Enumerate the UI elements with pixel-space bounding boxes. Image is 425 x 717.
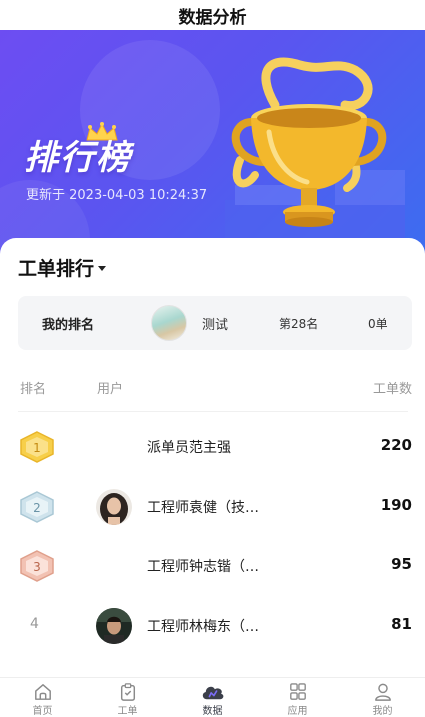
- grid-apps-icon: [289, 683, 306, 700]
- tab-apps-label: 应用: [287, 706, 308, 717]
- row-score: 220: [380, 436, 412, 454]
- tab-workorder-label: 工单: [117, 706, 138, 717]
- my-rank-position: 第28名: [279, 316, 319, 331]
- avatar: [96, 608, 132, 644]
- bronze-medal-icon: 3: [20, 550, 54, 582]
- tab-workorder[interactable]: 工单: [85, 678, 170, 717]
- svg-text:1: 1: [33, 441, 41, 455]
- table-row[interactable]: 4 工程师林梅东（… 81: [0, 598, 425, 654]
- ranking-type-label: 工单排行: [18, 258, 95, 280]
- tab-data[interactable]: 数据: [170, 678, 255, 717]
- divider: [18, 411, 408, 412]
- ranking-panel: 工单排行 我的排名 测试 第28名 0单 排名 用户 工单数 1 派单员范主强 …: [0, 238, 425, 678]
- table-row[interactable]: 1 派单员范主强 220: [0, 419, 425, 475]
- table-row[interactable]: 3 工程师钟志锴（… 95: [0, 538, 425, 594]
- clipboard-icon: [120, 683, 135, 701]
- row-name: 工程师袁健（技…: [147, 500, 259, 516]
- my-rank-name: 测试: [202, 317, 229, 333]
- trophy-icon: [225, 57, 405, 255]
- my-rank-card: 我的排名 测试 第28名 0单: [18, 296, 412, 350]
- user-icon: [374, 683, 391, 701]
- column-header-user: 用户: [97, 382, 124, 397]
- row-score: 81: [391, 615, 412, 633]
- page-title: 数据分析: [178, 7, 247, 28]
- leaderboard-banner: 排行榜 更新于 2023-04-03 10:24:37: [0, 30, 425, 255]
- cloud-data-icon: [202, 686, 223, 700]
- svg-text:3: 3: [33, 560, 41, 574]
- header-bar: 数据分析: [0, 0, 425, 30]
- my-rank-count: 0单: [368, 316, 388, 331]
- row-rank: 4: [30, 616, 39, 632]
- updated-time: 更新于 2023-04-03 10:24:37: [26, 188, 208, 203]
- row-name: 工程师钟志锴（…: [147, 559, 259, 575]
- tab-profile[interactable]: 我的: [340, 678, 425, 717]
- caret-down-icon: [98, 266, 107, 271]
- tab-apps[interactable]: 应用: [255, 678, 340, 717]
- bottom-tab-bar: 首页 工单 数据 应用 我的: [0, 677, 425, 717]
- gold-medal-icon: 1: [20, 431, 54, 463]
- column-header-count: 工单数: [372, 382, 412, 397]
- avatar: [96, 489, 132, 525]
- column-header-rank: 排名: [20, 382, 47, 397]
- tab-data-label: 数据: [202, 706, 223, 717]
- avatar: [151, 305, 187, 341]
- tab-profile-label: 我的: [372, 706, 393, 717]
- table-row[interactable]: 2 工程师袁健（技… 190: [0, 479, 425, 535]
- row-name: 派单员范主强: [147, 440, 231, 456]
- silver-medal-icon: 2: [20, 491, 54, 523]
- home-icon: [34, 684, 51, 700]
- my-rank-label: 我的排名: [42, 317, 95, 333]
- tab-home-label: 首页: [32, 706, 53, 717]
- row-score: 190: [380, 496, 412, 514]
- banner-title: 排行榜: [24, 138, 132, 178]
- ranking-type-dropdown[interactable]: 工单排行: [18, 254, 107, 281]
- tab-home[interactable]: 首页: [0, 678, 85, 717]
- row-score: 95: [391, 555, 412, 573]
- row-name: 工程师林梅东（…: [147, 619, 259, 635]
- svg-text:2: 2: [33, 501, 41, 515]
